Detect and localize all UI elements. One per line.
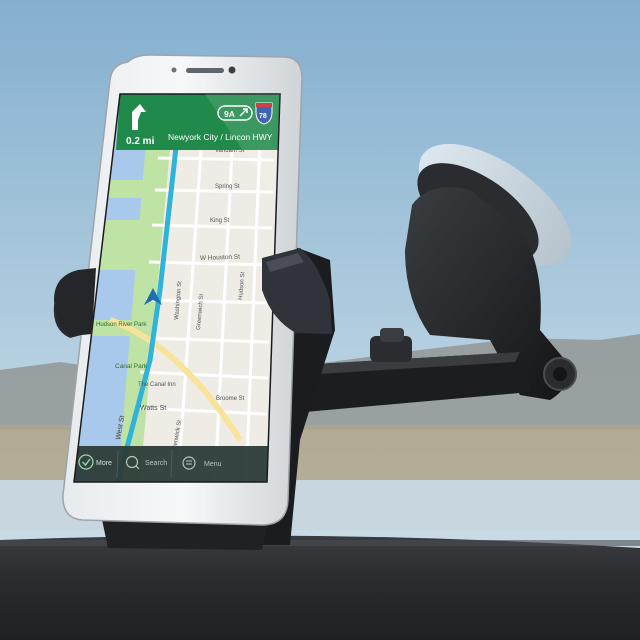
map-label-w-houston: W Houston St (200, 254, 241, 262)
front-camera (228, 66, 236, 74)
map-label-king: King St (210, 218, 230, 224)
map-label-canal-inn: The Canal Inn (138, 382, 176, 388)
sensor-dot (171, 67, 177, 73)
earpiece (186, 68, 224, 73)
map-label-hudson-river-park: Hudson River Park (96, 322, 147, 328)
menu-label: Menu (204, 461, 222, 468)
search-label: Search (145, 460, 167, 467)
dashboard (0, 535, 640, 640)
map-label-broome: Broome St (216, 396, 245, 402)
photo-scene: W Houston St King St Vandam St Spring St… (0, 0, 640, 640)
knob-bolt-center (553, 367, 567, 381)
map-label-spring: Spring St (215, 184, 240, 190)
dashboard-highlight (0, 540, 640, 546)
map-label-canal-park: Canal Park (115, 363, 148, 370)
arm-adjust-knob-top (380, 328, 404, 342)
nav-distance: 0.2 mi (126, 136, 155, 147)
more-label: More (96, 460, 112, 467)
map-label-watts: Watts St (140, 405, 166, 412)
